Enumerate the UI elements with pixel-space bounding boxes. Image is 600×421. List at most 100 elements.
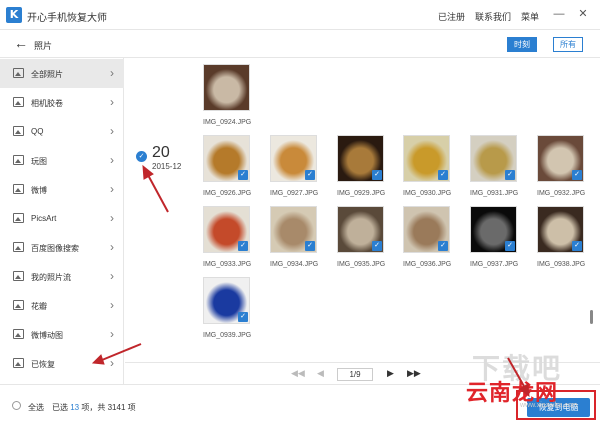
sidebar-item-label: 微博 — [31, 186, 47, 195]
sidebar-item-label: 相机胶卷 — [31, 99, 63, 108]
sidebar-item[interactable]: 花瓣 › — [0, 291, 124, 320]
next-page-icon[interactable]: ▶ — [387, 368, 394, 379]
app-title: 开心手机恢复大师 — [27, 13, 107, 24]
chevron-right-icon: › — [110, 240, 114, 254]
select-all-label[interactable]: 全选 — [28, 402, 44, 413]
select-all-radio[interactable] — [12, 401, 21, 410]
sidebar-item[interactable]: 微博 › — [0, 175, 124, 204]
registered-link[interactable]: 已注册 — [438, 10, 465, 23]
close-button[interactable]: ✕ — [576, 7, 590, 21]
checked-icon[interactable]: ✓ — [305, 241, 315, 251]
date-group-check-icon[interactable]: ✓ — [136, 151, 147, 162]
tab-all[interactable]: 所有 — [553, 37, 583, 52]
photo-thumbnail[interactable]: ✓ — [270, 135, 317, 182]
tab-time[interactable]: 时刻 — [507, 37, 537, 52]
annotation-highlight-box — [516, 390, 596, 420]
photo-filename: IMG_0936.JPG — [403, 261, 452, 268]
first-page-icon[interactable]: ◀◀ — [291, 368, 305, 379]
sidebar-item-label: 已恢复 — [31, 360, 55, 369]
minimize-button[interactable]: — — [552, 7, 566, 21]
photo-filename: IMG_0935.JPG — [337, 261, 386, 268]
photo-thumbnail[interactable] — [203, 64, 250, 111]
photo-filename: IMG_0934.JPG — [270, 261, 319, 268]
image-icon — [13, 184, 24, 194]
photo-filename: IMG_0932.JPG — [537, 190, 586, 197]
photo-thumbnail[interactable]: ✓ — [403, 135, 450, 182]
total-suffix: 项 — [127, 403, 136, 412]
date-group-day: 20 — [152, 144, 170, 161]
sidebar-item[interactable]: 我的照片流 › — [0, 262, 124, 291]
image-icon — [13, 97, 24, 107]
chevron-right-icon: › — [110, 182, 114, 196]
sidebar-item[interactable]: 相机胶卷 › — [0, 88, 124, 117]
sidebar-item[interactable]: 微博动图 › — [0, 320, 124, 349]
photo-filename: IMG_0937.JPG — [470, 261, 519, 268]
sidebar-item[interactable]: 已恢复 › — [0, 349, 124, 378]
photo-thumbnail[interactable]: ✓ — [537, 135, 584, 182]
chevron-right-icon: › — [110, 211, 114, 225]
photo-thumbnail[interactable]: ✓ — [203, 206, 250, 253]
selection-summary: 已选 13 项，共 3141 项 — [52, 402, 136, 413]
sidebar-item-label: 全部照片 — [31, 70, 63, 79]
sidebar-item[interactable]: QQ › — [0, 117, 124, 146]
photo-filename: IMG_0930.JPG — [403, 190, 452, 197]
date-group-month: 2015-12 — [152, 162, 182, 171]
sidebar-item-label: PicsArt — [31, 214, 57, 223]
photo-thumbnail[interactable]: ✓ — [203, 135, 250, 182]
title-bar: K 开心手机恢复大师 已注册 联系我们 菜单 — ✕ — [0, 0, 600, 30]
photo-filename: IMG_0927.JPG — [270, 190, 319, 197]
checked-icon[interactable]: ✓ — [305, 170, 315, 180]
checked-icon[interactable]: ✓ — [372, 170, 382, 180]
photo-thumbnail[interactable]: ✓ — [470, 206, 517, 253]
image-icon — [13, 242, 24, 252]
checked-icon[interactable]: ✓ — [572, 170, 582, 180]
image-icon — [13, 358, 24, 368]
photo-thumbnail[interactable]: ✓ — [203, 277, 250, 324]
photo-thumbnail[interactable]: ✓ — [403, 206, 450, 253]
sidebar-item-label: 花瓣 — [31, 302, 47, 311]
image-icon — [13, 155, 24, 165]
checked-icon[interactable]: ✓ — [238, 312, 248, 322]
photo-thumbnail[interactable]: ✓ — [537, 206, 584, 253]
checked-icon[interactable]: ✓ — [505, 170, 515, 180]
photo-filename: IMG_0926.JPG — [203, 190, 252, 197]
sidebar-item[interactable]: PicsArt › — [0, 204, 124, 233]
checked-icon[interactable]: ✓ — [238, 170, 248, 180]
scrollbar[interactable] — [590, 310, 593, 324]
sidebar-item-label: 我的照片流 — [31, 273, 71, 282]
sidebar-item-label: 百度图像搜索 — [31, 244, 79, 253]
photo-thumbnail[interactable]: ✓ — [270, 206, 317, 253]
total-count: 3141 — [107, 403, 126, 412]
image-icon — [13, 213, 24, 223]
page-indicator[interactable]: 1/9 — [337, 368, 373, 381]
prev-page-icon[interactable]: ◀ — [317, 368, 324, 379]
menu-link[interactable]: 菜单 — [521, 10, 539, 23]
photo-filename: IMG_0933.JPG — [203, 261, 252, 268]
sidebar-item[interactable]: 玩图 › — [0, 146, 124, 175]
checked-icon[interactable]: ✓ — [438, 241, 448, 251]
checked-icon[interactable]: ✓ — [572, 241, 582, 251]
checked-icon[interactable]: ✓ — [238, 241, 248, 251]
chevron-right-icon: › — [110, 153, 114, 167]
selected-count: 13 — [70, 403, 80, 412]
photo-thumbnail[interactable]: ✓ — [337, 206, 384, 253]
photo-grid: ✓ 20 2015-12 IMG_0924.JPG ✓ IMG_0926.JPG ✓ I… — [125, 58, 600, 362]
back-arrow-icon[interactable]: ← — [14, 35, 28, 51]
checked-icon[interactable]: ✓ — [372, 241, 382, 251]
photo-thumbnail[interactable]: ✓ — [337, 135, 384, 182]
photo-filename: IMG_0924.JPG — [203, 119, 252, 126]
contact-us-link[interactable]: 联系我们 — [475, 10, 511, 23]
checked-icon[interactable]: ✓ — [438, 170, 448, 180]
chevron-right-icon: › — [110, 124, 114, 138]
sidebar-item[interactable]: 百度图像搜索 › — [0, 233, 124, 262]
photo-thumbnail[interactable]: ✓ — [470, 135, 517, 182]
photo-filename: IMG_0938.JPG — [537, 261, 586, 268]
sidebar-item[interactable]: 全部照片 › — [0, 59, 124, 88]
checked-icon[interactable]: ✓ — [505, 241, 515, 251]
app-logo: K — [6, 7, 22, 23]
chevron-right-icon: › — [110, 95, 114, 109]
last-page-icon[interactable]: ▶▶ — [407, 368, 421, 379]
selected-mid: 项，共 — [81, 403, 106, 412]
chevron-right-icon: › — [110, 356, 114, 370]
chevron-right-icon: › — [110, 66, 114, 80]
